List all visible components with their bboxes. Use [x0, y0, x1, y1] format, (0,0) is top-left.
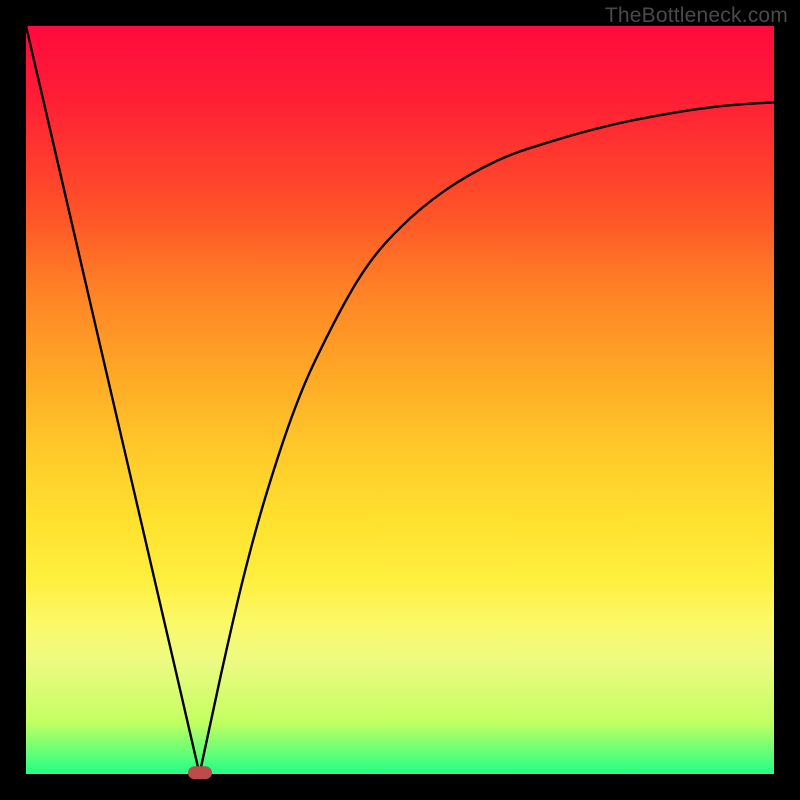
minimum-marker	[188, 766, 212, 779]
bottleneck-curve	[26, 26, 774, 774]
plot-area	[26, 26, 774, 774]
curve-svg	[26, 26, 774, 774]
watermark-text: TheBottleneck.com	[605, 4, 788, 28]
chart-container: TheBottleneck.com	[0, 0, 800, 800]
